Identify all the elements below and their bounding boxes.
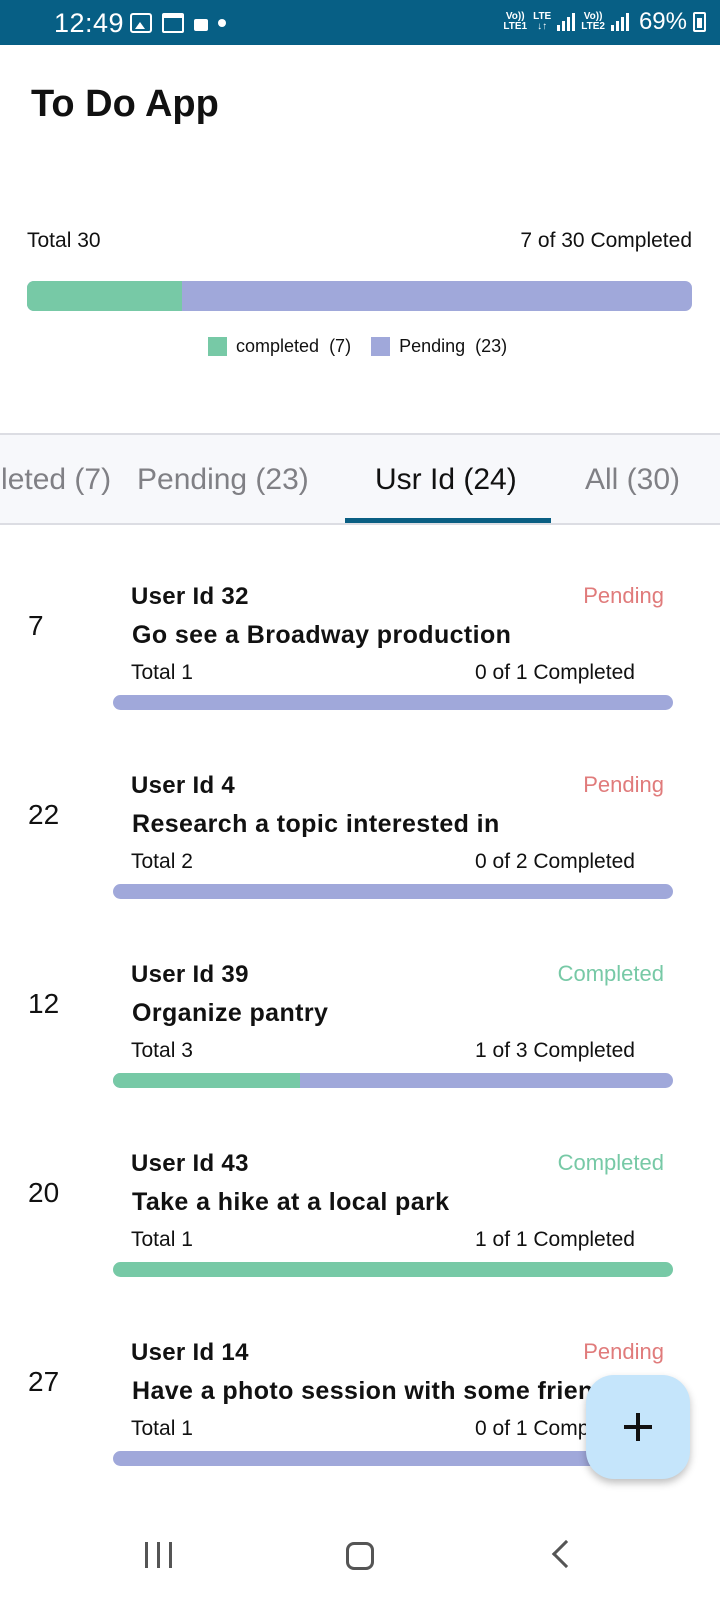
summary-progress-bar [27, 281, 692, 311]
todo-progress-fill [113, 1262, 673, 1277]
tab-all[interactable]: All (30) [585, 463, 680, 497]
todo-list: 7 User Id 32 Pending Go see a Broadway prod… [0, 527, 720, 1497]
todo-title: Go see a Broadway production [132, 621, 512, 649]
legend-item-completed: completed (7) [208, 336, 351, 357]
add-todo-button[interactable] [586, 1375, 690, 1479]
status-bar: 12:49 Vo)) LTE1 LTE ↓↑ Vo)) LTE2 69% [0, 0, 720, 45]
active-tab-indicator [345, 518, 551, 523]
todo-user-id: User Id 39 [131, 961, 249, 988]
signal-sim1-icon [557, 13, 576, 31]
summary-total: Total 30 [27, 229, 101, 252]
todo-progress-bar [113, 1262, 673, 1277]
todo-item[interactable]: 22 User Id 4 Pending Research a topic inter… [0, 716, 720, 909]
system-nav-bar [0, 1500, 720, 1600]
todo-completed-count: 0 of 1 Completed [475, 661, 635, 684]
todo-progress-bar [113, 1073, 673, 1088]
status-time: 12:49 [54, 8, 125, 38]
tab-pending[interactable]: Pending (23) [137, 463, 309, 497]
app-bar: To Do App [0, 45, 720, 163]
summary-card: Total 30 7 of 30 Completed completed (7)… [0, 163, 720, 433]
todo-status: Pending [583, 772, 664, 797]
todo-progress-bar [113, 884, 673, 899]
todo-total: Total 2 [131, 850, 193, 873]
todo-status: Pending [583, 583, 664, 608]
todo-title: Have a photo session with some friends [132, 1377, 624, 1405]
summary-progress-fill [27, 281, 183, 311]
todo-status: Completed [557, 961, 664, 986]
todo-item[interactable]: 20 User Id 43 Completed Take a hike at a lo… [0, 1094, 720, 1287]
todo-total: Total 1 [131, 661, 193, 684]
todo-total: Total 1 [131, 1417, 193, 1440]
battery-percent: 69% [638, 8, 687, 35]
volte-sim2-indicator: Vo)) LTE2 [581, 11, 605, 32]
legend-item-pending: Pending (23) [371, 336, 507, 357]
filter-tabs: Completed (7) Pending (23) Usr Id (24) A… [0, 433, 720, 525]
todo-progress-bar [113, 695, 673, 710]
todo-completed-count: 1 of 3 Completed [475, 1039, 635, 1062]
todo-user-id: User Id 32 [131, 583, 249, 610]
todo-item[interactable]: 7 User Id 32 Pending Go see a Broadway prod… [0, 527, 720, 720]
tab-usr-id[interactable]: Usr Id (24) [375, 463, 517, 497]
todo-user-id: User Id 4 [131, 772, 236, 799]
todo-id: 20 [28, 1177, 60, 1208]
todo-title: Research a topic interested in [132, 810, 500, 838]
todo-completed-count: 1 of 1 Completed [475, 1228, 635, 1251]
plus-icon [624, 1413, 652, 1441]
more-notifications-dot-icon [218, 19, 226, 27]
gallery-icon [130, 13, 152, 33]
todo-id: 7 [28, 610, 44, 641]
todo-title: Take a hike at a local park [132, 1188, 450, 1216]
signal-sim2-icon [610, 13, 629, 31]
todo-progress-fill [113, 1073, 300, 1088]
todo-total: Total 1 [131, 1228, 193, 1251]
battery-icon [693, 12, 706, 32]
todo-completed-count: 0 of 2 Completed [475, 850, 635, 873]
todo-status: Completed [557, 1150, 664, 1175]
notification-icons [130, 13, 226, 33]
home-button[interactable] [346, 1542, 374, 1570]
app-title: To Do App [31, 83, 219, 125]
todo-user-id: User Id 43 [131, 1150, 249, 1177]
lock-icon [194, 19, 208, 31]
todo-id: 22 [28, 799, 60, 830]
calendar-icon [162, 13, 184, 33]
todo-id: 12 [28, 988, 60, 1019]
back-button[interactable] [551, 1539, 581, 1569]
legend-swatch-completed [208, 337, 227, 356]
summary-legend: completed (7) Pending (23) [208, 336, 527, 357]
todo-item[interactable]: 12 User Id 39 Completed Organize pantry Tota… [0, 905, 720, 1098]
summary-completed-count: 7 of 30 Completed [520, 229, 692, 252]
todo-user-id: User Id 14 [131, 1339, 249, 1366]
recent-apps-button[interactable] [145, 1542, 172, 1568]
system-icons: Vo)) LTE1 LTE ↓↑ Vo)) LTE2 69% [503, 10, 706, 34]
todo-total: Total 3 [131, 1039, 193, 1062]
tab-completed[interactable]: Completed (7) [0, 463, 111, 497]
todo-id: 27 [28, 1366, 60, 1397]
lte-indicator: LTE ↓↑ [533, 11, 552, 32]
todo-title: Organize pantry [132, 999, 329, 1027]
todo-status: Pending [583, 1339, 664, 1364]
volte-sim1-indicator: Vo)) LTE1 [503, 11, 528, 32]
legend-swatch-pending [371, 337, 391, 356]
